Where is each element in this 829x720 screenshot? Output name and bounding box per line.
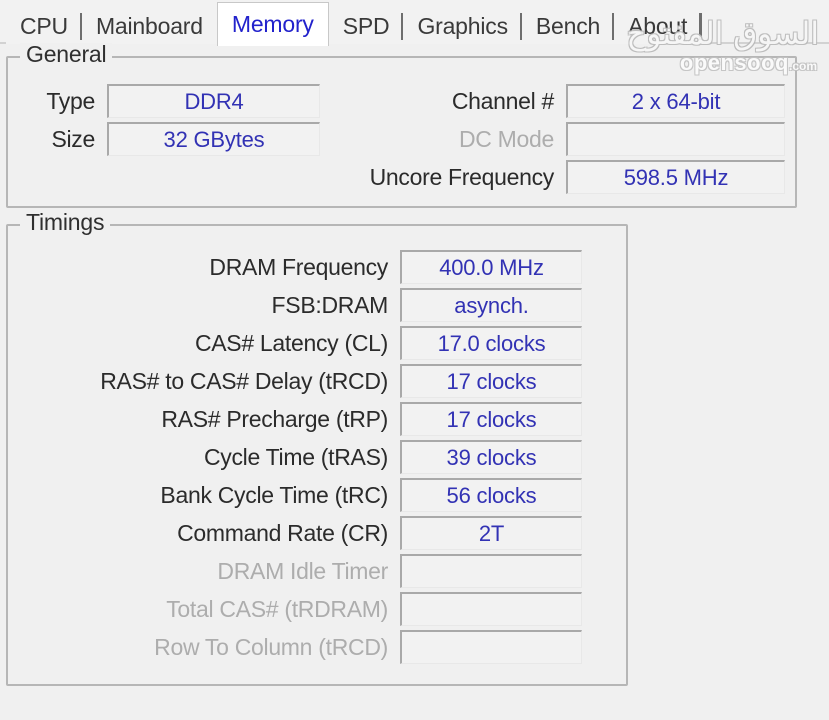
timing-label: Command Rate (CR)	[177, 519, 388, 546]
tab-spd[interactable]: SPD	[328, 8, 405, 44]
timing-label: Bank Cycle Time (tRC)	[160, 481, 388, 508]
timing-row: Bank Cycle Time (tRC) 56 clocks	[20, 478, 582, 512]
tab-graphics[interactable]: Graphics	[403, 8, 524, 44]
timings-legend: Timings	[20, 211, 111, 234]
timing-label: Total CAS# (tRDRAM)	[166, 595, 388, 622]
tab-label-mainboard: Mainboard	[95, 12, 203, 39]
tab-memory[interactable]: Memory	[216, 2, 329, 46]
field-row-type: Type DDR4	[6, 84, 320, 118]
timing-value	[400, 554, 582, 588]
value-dc-mode	[566, 122, 785, 156]
tab-bench[interactable]: Bench	[521, 8, 616, 44]
cpuz-window: CPU Mainboard Memory SPD Graphics Bench About …	[0, 0, 829, 720]
tab-label-cpu: CPU	[20, 12, 68, 39]
tab-label-spd: SPD	[342, 12, 390, 39]
tab-label-bench: Bench	[535, 12, 601, 39]
tab-strip: CPU Mainboard Memory SPD Graphics Bench About	[0, 0, 829, 46]
timing-label: FSB:DRAM	[271, 291, 389, 318]
timing-value: 56 clocks	[400, 478, 582, 512]
label-uncore-frequency: Uncore Frequency	[369, 163, 555, 190]
timing-label: DRAM Frequency	[209, 253, 388, 280]
tab-about[interactable]: About	[614, 8, 703, 44]
label-type: Type	[46, 87, 95, 114]
timing-value: 17.0 clocks	[400, 326, 582, 360]
timing-row: Row To Column (tRCD)	[20, 630, 582, 664]
value-uncore-frequency: 598.5 MHz	[566, 160, 785, 194]
tab-mainboard[interactable]: Mainboard	[81, 8, 217, 44]
general-legend: General	[20, 43, 113, 66]
timing-value: 2T	[400, 516, 582, 550]
field-row-channel: Channel # 2 x 64-bit	[296, 84, 785, 118]
timing-row: RAS# to CAS# Delay (tRCD) 17 clocks	[20, 364, 582, 398]
value-size: 32 GBytes	[107, 122, 320, 156]
value-type: DDR4	[107, 84, 320, 118]
timing-label: RAS# to CAS# Delay (tRCD)	[100, 367, 388, 394]
timing-row: FSB:DRAM asynch.	[20, 288, 582, 322]
label-size: Size	[51, 125, 95, 152]
field-row-size: Size 32 GBytes	[6, 122, 320, 156]
label-dc-mode: DC Mode	[458, 125, 554, 152]
timing-label: Cycle Time (tRAS)	[203, 443, 388, 470]
timing-value: 17 clocks	[400, 364, 582, 398]
timing-row: DRAM Idle Timer	[20, 554, 582, 588]
timing-row: DRAM Frequency 400.0 MHz	[20, 250, 582, 284]
field-row-uncore-frequency: Uncore Frequency 598.5 MHz	[296, 160, 785, 194]
timing-row: CAS# Latency (CL) 17.0 clocks	[20, 326, 582, 360]
timing-value	[400, 630, 582, 664]
tab-cpu[interactable]: CPU	[6, 8, 83, 44]
timing-row: Command Rate (CR) 2T	[20, 516, 582, 550]
timing-label: RAS# Precharge (tRP)	[161, 405, 388, 432]
timing-value: 400.0 MHz	[400, 250, 582, 284]
field-row-dc-mode: DC Mode	[296, 122, 785, 156]
timing-label: CAS# Latency (CL)	[194, 329, 388, 356]
tab-list: CPU Mainboard Memory SPD Graphics Bench About	[6, 2, 703, 46]
timing-value: 17 clocks	[400, 402, 582, 436]
timing-row: Total CAS# (tRDRAM)	[20, 592, 582, 626]
timing-label: DRAM Idle Timer	[217, 557, 388, 584]
timing-value: asynch.	[400, 288, 582, 322]
value-channel: 2 x 64-bit	[566, 84, 785, 118]
tab-label-memory: Memory	[231, 11, 314, 37]
label-channel: Channel #	[451, 87, 554, 114]
timing-value	[400, 592, 582, 626]
tab-label-about: About	[628, 12, 688, 39]
timing-row: Cycle Time (tRAS) 39 clocks	[20, 440, 582, 474]
tab-label-graphics: Graphics	[417, 12, 508, 39]
timing-label: Row To Column (tRCD)	[154, 633, 388, 660]
timing-row: RAS# Precharge (tRP) 17 clocks	[20, 402, 582, 436]
timing-value: 39 clocks	[400, 440, 582, 474]
